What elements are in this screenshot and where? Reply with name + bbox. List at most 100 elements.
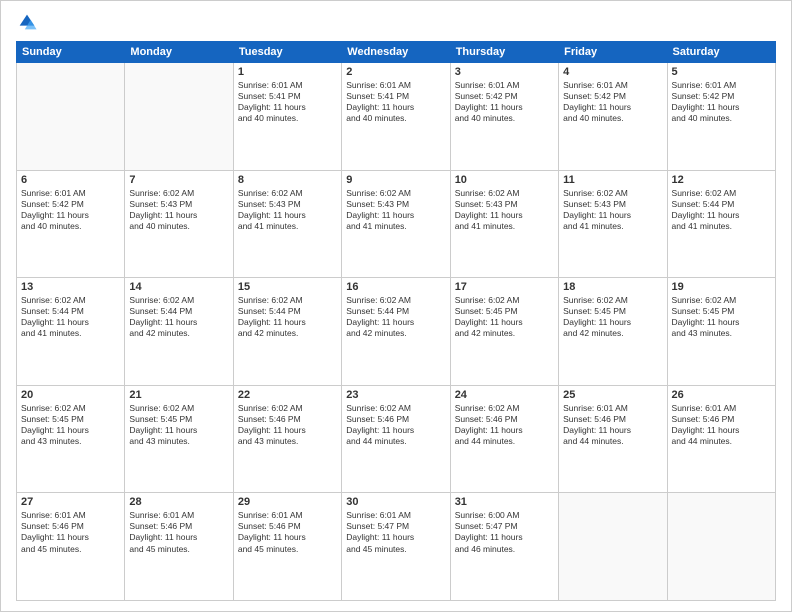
day-header-tuesday: Tuesday — [233, 42, 341, 63]
day-number: 24 — [455, 389, 554, 401]
day-number: 14 — [129, 281, 228, 293]
day-number: 15 — [238, 281, 337, 293]
calendar-cell: 5 Sunrise: 6:01 AM Sunset: 5:42 PM Daylig… — [667, 63, 775, 171]
calendar-cell: 30Sunrise: 6:01 AM Sunset: 5:47 PM Dayli… — [342, 493, 450, 601]
day-number: 20 — [21, 389, 120, 401]
cell-info: Sunrise: 6:02 AM Sunset: 5:45 PM Dayligh… — [563, 295, 662, 339]
cell-info: Sunrise: 6:00 AM Sunset: 5:47 PM Dayligh… — [455, 510, 554, 554]
logo — [16, 11, 42, 33]
calendar-cell — [125, 63, 233, 171]
day-number: 30 — [346, 496, 445, 508]
calendar-cell: 4 Sunrise: 6:01 AM Sunset: 5:42 PM Daylig… — [559, 63, 667, 171]
cell-info: Sunrise: 6:02 AM Sunset: 5:44 PM Dayligh… — [238, 295, 337, 339]
day-header-saturday: Saturday — [667, 42, 775, 63]
day-number: 29 — [238, 496, 337, 508]
calendar-cell: 15 Sunrise: 6:02 AM Sunset: 5:44 PM Dayli… — [233, 278, 341, 386]
day-number: 27 — [21, 496, 120, 508]
calendar-cell: 28 Sunrise: 6:01 AM Sunset: 5:46 PM Dayli… — [125, 493, 233, 601]
calendar-cell: 8Sunrise: 6:02 AM Sunset: 5:43 PM Daylig… — [233, 170, 341, 278]
calendar-week-2: 6 Sunrise: 6:01 AM Sunset: 5:42 PM Daylig… — [17, 170, 776, 278]
calendar-cell: 19 Sunrise: 6:02 AM Sunset: 5:45 PM Dayli… — [667, 278, 775, 386]
day-number: 22 — [238, 389, 337, 401]
calendar-cell — [559, 493, 667, 601]
day-number: 2 — [346, 66, 445, 78]
day-header-wednesday: Wednesday — [342, 42, 450, 63]
cell-info: Sunrise: 6:02 AM Sunset: 5:45 PM Dayligh… — [129, 403, 228, 447]
day-number: 16 — [346, 281, 445, 293]
day-number: 19 — [672, 281, 771, 293]
day-number: 28 — [129, 496, 228, 508]
calendar-week-4: 20 Sunrise: 6:02 AM Sunset: 5:45 PM Dayli… — [17, 385, 776, 493]
cell-info: Sunrise: 6:02 AM Sunset: 5:44 PM Dayligh… — [21, 295, 120, 339]
cell-info: Sunrise: 6:02 AM Sunset: 5:43 PM Dayligh… — [455, 188, 554, 232]
cell-info: Sunrise: 6:02 AM Sunset: 5:44 PM Dayligh… — [346, 295, 445, 339]
calendar: SundayMondayTuesdayWednesdayThursdayFrid… — [16, 41, 776, 601]
day-number: 7 — [129, 174, 228, 186]
day-number: 13 — [21, 281, 120, 293]
calendar-cell: 7Sunrise: 6:02 AM Sunset: 5:43 PM Daylig… — [125, 170, 233, 278]
day-number: 11 — [563, 174, 662, 186]
calendar-cell: 17 Sunrise: 6:02 AM Sunset: 5:45 PM Dayli… — [450, 278, 558, 386]
day-number: 6 — [21, 174, 120, 186]
cell-info: Sunrise: 6:01 AM Sunset: 5:46 PM Dayligh… — [563, 403, 662, 447]
day-header-friday: Friday — [559, 42, 667, 63]
cell-info: Sunrise: 6:02 AM Sunset: 5:43 PM Dayligh… — [346, 188, 445, 232]
cell-info: Sunrise: 6:02 AM Sunset: 5:45 PM Dayligh… — [21, 403, 120, 447]
calendar-cell: 25 Sunrise: 6:01 AM Sunset: 5:46 PM Dayli… — [559, 385, 667, 493]
day-header-thursday: Thursday — [450, 42, 558, 63]
calendar-cell: 27 Sunrise: 6:01 AM Sunset: 5:46 PM Dayli… — [17, 493, 125, 601]
calendar-cell: 26 Sunrise: 6:01 AM Sunset: 5:46 PM Dayli… — [667, 385, 775, 493]
cell-info: Sunrise: 6:02 AM Sunset: 5:44 PM Dayligh… — [672, 188, 771, 232]
cell-info: Sunrise: 6:02 AM Sunset: 5:43 PM Dayligh… — [238, 188, 337, 232]
day-number: 26 — [672, 389, 771, 401]
day-number: 5 — [672, 66, 771, 78]
cell-info: Sunrise: 6:02 AM Sunset: 5:45 PM Dayligh… — [672, 295, 771, 339]
day-header-monday: Monday — [125, 42, 233, 63]
calendar-cell: 3Sunrise: 6:01 AM Sunset: 5:42 PM Daylig… — [450, 63, 558, 171]
calendar-cell: 9 Sunrise: 6:02 AM Sunset: 5:43 PM Daylig… — [342, 170, 450, 278]
cell-info: Sunrise: 6:01 AM Sunset: 5:42 PM Dayligh… — [672, 80, 771, 124]
day-number: 18 — [563, 281, 662, 293]
logo-icon — [16, 11, 38, 33]
cell-info: Sunrise: 6:01 AM Sunset: 5:46 PM Dayligh… — [129, 510, 228, 554]
calendar-week-1: 1 Sunrise: 6:01 AM Sunset: 5:41 PM Daylig… — [17, 63, 776, 171]
calendar-cell: 11 Sunrise: 6:02 AM Sunset: 5:43 PM Dayli… — [559, 170, 667, 278]
day-number: 25 — [563, 389, 662, 401]
cell-info: Sunrise: 6:01 AM Sunset: 5:46 PM Dayligh… — [21, 510, 120, 554]
day-number: 9 — [346, 174, 445, 186]
calendar-cell: 29 Sunrise: 6:01 AM Sunset: 5:46 PM Dayli… — [233, 493, 341, 601]
calendar-week-5: 27 Sunrise: 6:01 AM Sunset: 5:46 PM Dayli… — [17, 493, 776, 601]
calendar-cell: 13 Sunrise: 6:02 AM Sunset: 5:44 PM Dayli… — [17, 278, 125, 386]
calendar-cell: 14 Sunrise: 6:02 AM Sunset: 5:44 PM Dayli… — [125, 278, 233, 386]
cell-info: Sunrise: 6:02 AM Sunset: 5:43 PM Dayligh… — [563, 188, 662, 232]
day-number: 4 — [563, 66, 662, 78]
cell-info: Sunrise: 6:01 AM Sunset: 5:42 PM Dayligh… — [563, 80, 662, 124]
day-header-sunday: Sunday — [17, 42, 125, 63]
cell-info: Sunrise: 6:02 AM Sunset: 5:44 PM Dayligh… — [129, 295, 228, 339]
cell-info: Sunrise: 6:01 AM Sunset: 5:41 PM Dayligh… — [238, 80, 337, 124]
calendar-cell: 6 Sunrise: 6:01 AM Sunset: 5:42 PM Daylig… — [17, 170, 125, 278]
calendar-cell: 16 Sunrise: 6:02 AM Sunset: 5:44 PM Dayli… — [342, 278, 450, 386]
calendar-cell: 1 Sunrise: 6:01 AM Sunset: 5:41 PM Daylig… — [233, 63, 341, 171]
day-number: 17 — [455, 281, 554, 293]
calendar-cell: 31Sunrise: 6:00 AM Sunset: 5:47 PM Dayli… — [450, 493, 558, 601]
cell-info: Sunrise: 6:02 AM Sunset: 5:46 PM Dayligh… — [238, 403, 337, 447]
calendar-cell: 2 Sunrise: 6:01 AM Sunset: 5:41 PM Daylig… — [342, 63, 450, 171]
cell-info: Sunrise: 6:02 AM Sunset: 5:45 PM Dayligh… — [455, 295, 554, 339]
cell-info: Sunrise: 6:02 AM Sunset: 5:46 PM Dayligh… — [455, 403, 554, 447]
calendar-cell: 22 Sunrise: 6:02 AM Sunset: 5:46 PM Dayli… — [233, 385, 341, 493]
calendar-cell: 23Sunrise: 6:02 AM Sunset: 5:46 PM Dayli… — [342, 385, 450, 493]
cell-info: Sunrise: 6:01 AM Sunset: 5:42 PM Dayligh… — [21, 188, 120, 232]
day-number: 1 — [238, 66, 337, 78]
cell-info: Sunrise: 6:01 AM Sunset: 5:41 PM Dayligh… — [346, 80, 445, 124]
cell-info: Sunrise: 6:01 AM Sunset: 5:46 PM Dayligh… — [238, 510, 337, 554]
calendar-cell — [17, 63, 125, 171]
calendar-cell: 18 Sunrise: 6:02 AM Sunset: 5:45 PM Dayli… — [559, 278, 667, 386]
calendar-cell: 20 Sunrise: 6:02 AM Sunset: 5:45 PM Dayli… — [17, 385, 125, 493]
day-number: 12 — [672, 174, 771, 186]
cell-info: Sunrise: 6:01 AM Sunset: 5:46 PM Dayligh… — [672, 403, 771, 447]
calendar-cell: 10 Sunrise: 6:02 AM Sunset: 5:43 PM Dayli… — [450, 170, 558, 278]
day-number: 10 — [455, 174, 554, 186]
header — [16, 11, 776, 33]
cell-info: Sunrise: 6:01 AM Sunset: 5:42 PM Dayligh… — [455, 80, 554, 124]
